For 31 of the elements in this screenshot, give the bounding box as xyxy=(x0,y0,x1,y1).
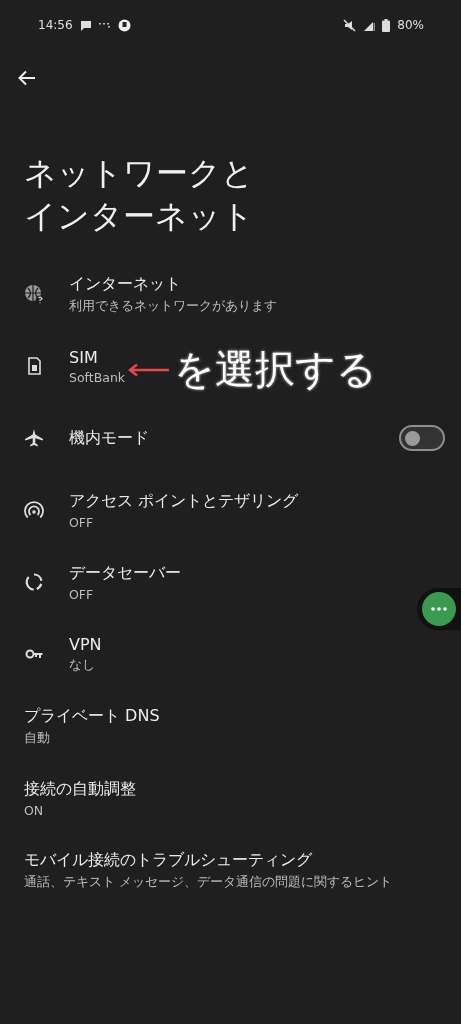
item-summary: OFF xyxy=(69,586,94,602)
battery-percent: 80% xyxy=(397,18,424,32)
settings-item[interactable]: 接続の自動調整 ON xyxy=(0,762,461,834)
annotation-text: を選択する xyxy=(174,345,377,394)
item-title: データセーバー xyxy=(69,562,181,584)
item-title: 機内モード xyxy=(69,427,149,449)
item-title: VPN xyxy=(69,634,102,654)
settings-item[interactable]: アクセス ポイントとテザリング OFF xyxy=(0,474,461,546)
page-title: インターネット xyxy=(24,196,254,237)
item-title: 接続の自動調整 xyxy=(24,778,136,800)
item-summary: 利用できるネットワークがあります xyxy=(69,297,277,315)
settings-item[interactable]: SIM SoftBank を選択する xyxy=(0,330,461,402)
item-title: アクセス ポイントとテザリング xyxy=(69,490,299,512)
page-title: ネットワークと xyxy=(24,153,254,194)
item-summary: SoftBank xyxy=(69,369,126,385)
settings-item[interactable]: VPN なし xyxy=(0,618,461,690)
item-title: インターネット xyxy=(69,273,181,295)
settings-item[interactable]: データセーバー OFF xyxy=(0,546,461,618)
item-summary: ON xyxy=(24,802,44,818)
item-summary: 自動 xyxy=(24,729,50,747)
settings-item[interactable]: 機内モード xyxy=(0,402,461,474)
clock-time: 14:56 xyxy=(38,18,73,32)
item-summary: 通話、テキスト メッセージ、データ通信の問題に関するヒント xyxy=(24,873,392,891)
settings-item[interactable]: プライベート DNS 自動 xyxy=(0,690,461,762)
item-summary: OFF xyxy=(69,514,94,530)
settings-item[interactable]: インターネット 利用できるネットワークがあります xyxy=(0,258,461,330)
item-title: SIM xyxy=(69,347,98,367)
item-title: モバイル接続のトラブルシューティング xyxy=(24,849,312,871)
settings-item[interactable]: モバイル接続のトラブルシューティング 通話、テキスト メッセージ、データ通信の問題に関するヒント xyxy=(0,834,461,906)
item-title: プライベート DNS xyxy=(24,705,160,727)
item-summary: なし xyxy=(69,656,95,674)
